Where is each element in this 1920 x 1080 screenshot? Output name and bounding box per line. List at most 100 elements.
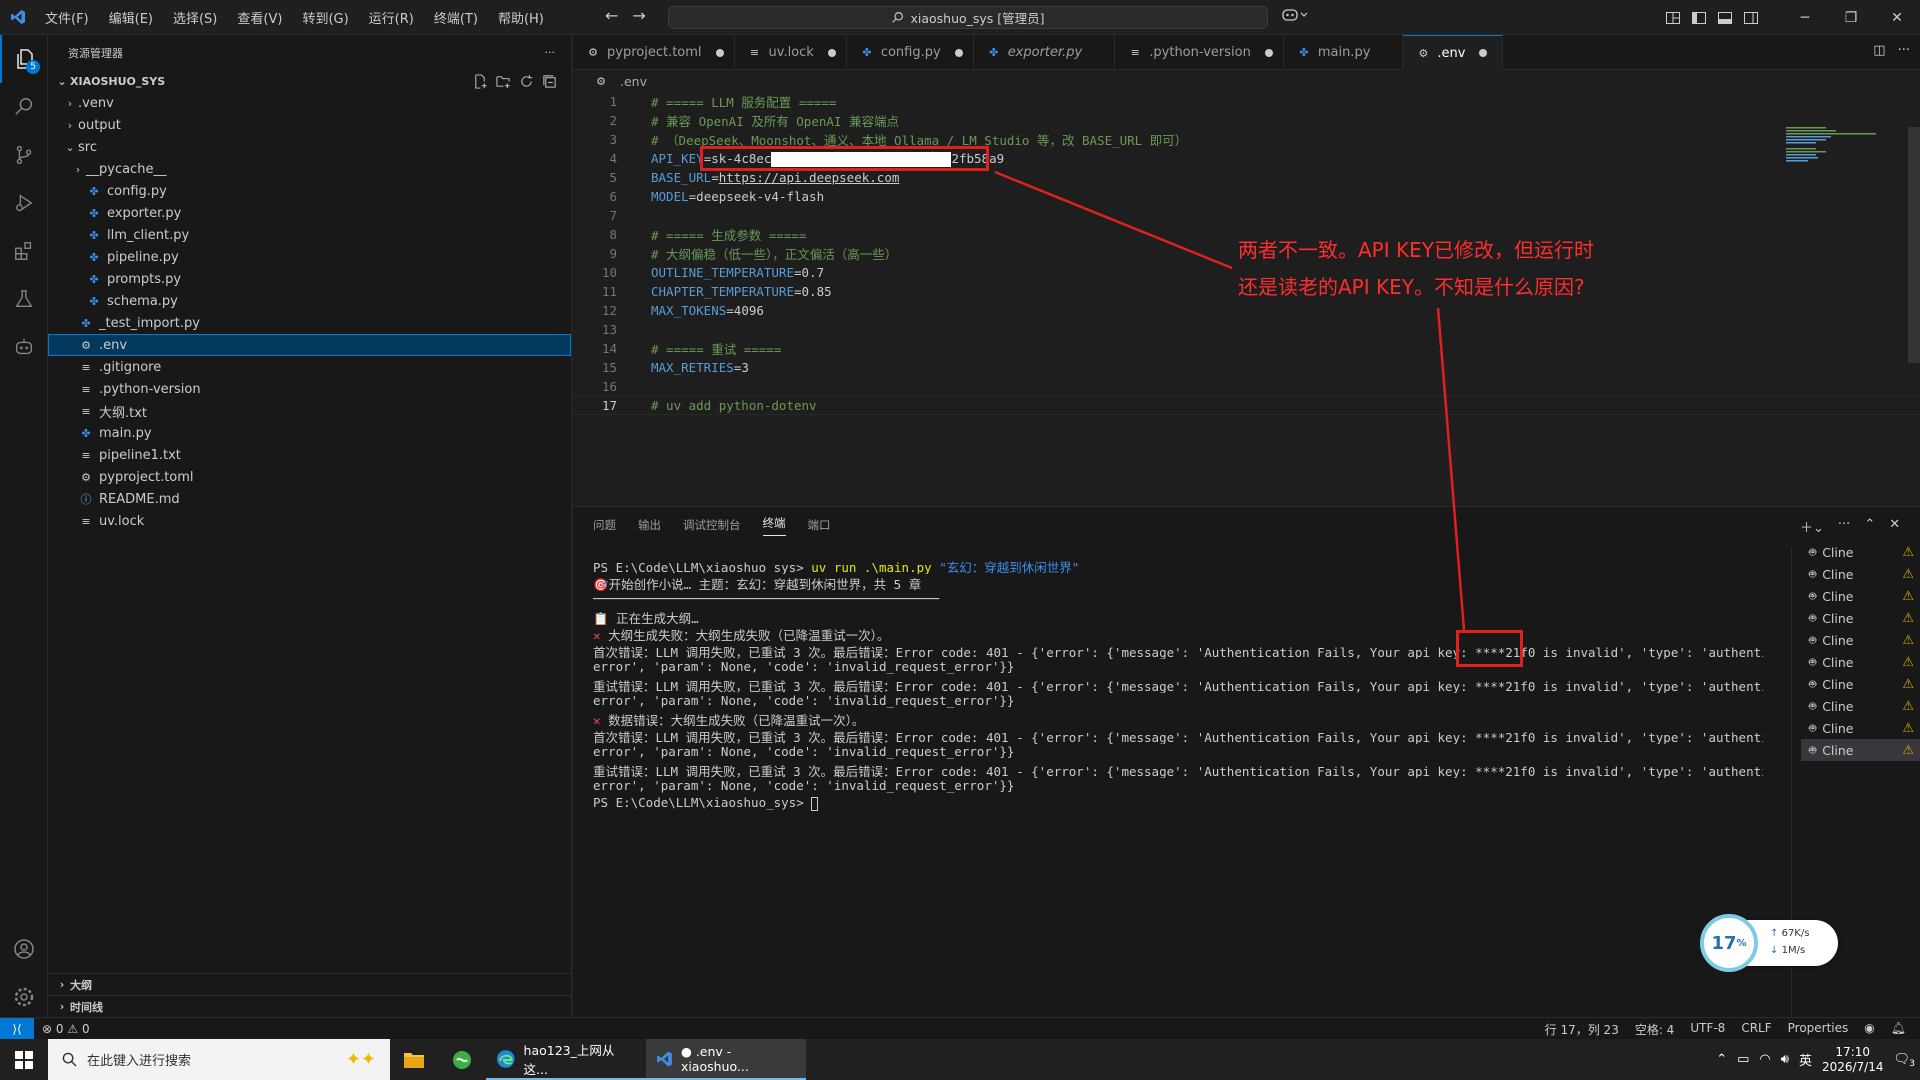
windows-start-icon[interactable] [0, 1039, 48, 1080]
toggle-panel-icon[interactable] [1712, 8, 1738, 28]
editor-tab[interactable]: ✤ config.py [847, 35, 974, 70]
extensions-icon[interactable] [0, 227, 48, 275]
copilot-icon[interactable] [1282, 8, 1308, 26]
tree-item[interactable]: ⓘ README.md [48, 488, 571, 510]
menu-item-4[interactable]: 转到(G) [293, 4, 357, 31]
menu-item-0[interactable]: 文件(F) [36, 4, 98, 31]
terminal-list-item[interactable]: 🤖︎ Cline ⚠ [1801, 673, 1920, 695]
tree-item[interactable]: ✤ schema.py [48, 290, 571, 312]
chevron-up-icon[interactable]: ⌃ [1716, 1052, 1727, 1067]
unsaved-dot-icon[interactable] [715, 48, 724, 57]
terminal-list-item[interactable]: 🤖︎ Cline ⚠ [1801, 651, 1920, 673]
tree-item[interactable]: ≡ .gitignore [48, 356, 571, 378]
collapse-all-icon[interactable] [542, 74, 557, 89]
editor-scrollbar[interactable] [1908, 127, 1920, 363]
tree-item[interactable]: ✤ prompts.py [48, 268, 571, 290]
remote-indicator-icon[interactable]: ⟩⟨ [0, 1017, 34, 1040]
explorer-icon[interactable]: 5 [0, 35, 48, 83]
tree-item[interactable]: ≡ 大纲.txt [48, 400, 571, 422]
back-arrow-icon[interactable]: ← [605, 6, 618, 25]
clock[interactable]: 17:10 2026/7/14 [1822, 1045, 1884, 1075]
taskbar-search-box[interactable]: 在此键入进行搜索 ✦✦ [48, 1039, 390, 1080]
split-editor-icon[interactable]: ◫ [1873, 43, 1885, 58]
tree-item[interactable]: ✤ _test_import.py [48, 312, 571, 334]
tab-debug-console[interactable]: 调试控制台 [683, 517, 741, 533]
editor-tab[interactable]: ⚙ .env [1403, 35, 1504, 70]
ime-indicator[interactable]: 英 [1799, 1050, 1812, 1069]
problems-indicator[interactable]: ⊗ 0 ⚠ 0 [34, 1022, 90, 1036]
more-actions-icon[interactable]: ··· [545, 46, 556, 59]
terminal-list-item[interactable]: 🤖︎ Cline ⚠ [1801, 629, 1920, 651]
base-url-link[interactable]: https://api.deepseek.com [719, 170, 900, 185]
line-ending[interactable]: CRLF [1741, 1021, 1771, 1038]
new-folder-icon[interactable] [496, 74, 511, 89]
unsaved-dot-icon[interactable] [954, 48, 963, 57]
taskbar-app-vscode[interactable]: ● .env - xiaoshuo... [646, 1039, 806, 1080]
tab-problems[interactable]: 问题 [593, 517, 616, 533]
terminal-list-item[interactable]: 🤖︎ Cline ⚠ [1801, 563, 1920, 585]
tab-terminal[interactable]: 终端 [762, 515, 786, 536]
taskbar-app-edge[interactable]: hao123_上网从这... [486, 1039, 646, 1080]
volume-icon[interactable]: 🔊︎ [1781, 1052, 1789, 1067]
terminal-list-item[interactable]: 🤖︎ Cline ⚠ [1801, 607, 1920, 629]
cursor-position[interactable]: 行 17，列 23 [1545, 1021, 1619, 1038]
forward-arrow-icon[interactable]: → [632, 6, 645, 25]
tree-item[interactable]: ⌄ src [48, 136, 571, 158]
settings-gear-icon[interactable] [0, 973, 48, 1021]
editor-tab[interactable]: ✤ exporter.py [974, 35, 1116, 70]
account-icon[interactable] [0, 925, 48, 973]
tree-item[interactable]: ✤ exporter.py [48, 202, 571, 224]
terminal-list-item[interactable]: 🤖︎ Cline ⚠ [1801, 541, 1920, 563]
toggle-sidebar-icon[interactable] [1686, 8, 1712, 28]
tree-item[interactable]: › .venv [48, 92, 571, 114]
tree-item[interactable]: ✤ llm_client.py [48, 224, 571, 246]
green-app-icon[interactable] [438, 1039, 486, 1080]
terminal-list-item[interactable]: 🤖︎ Cline ⚠ [1801, 695, 1920, 717]
unsaved-dot-icon[interactable] [1479, 49, 1488, 57]
timeline-pane-header[interactable]: › 时间线 [48, 995, 571, 1017]
tree-item[interactable]: › output [48, 114, 571, 136]
editor-tab[interactable]: ⚙ pyproject.toml [573, 35, 735, 70]
close-window-button[interactable]: ✕ [1874, 0, 1920, 35]
editor-tab[interactable]: ≡ .python-version [1115, 35, 1284, 70]
unsaved-dot-icon[interactable] [827, 48, 836, 57]
new-file-icon[interactable] [473, 73, 488, 89]
editor-tab[interactable]: ≡ uv.lock [735, 35, 847, 70]
tree-item[interactable]: › __pycache__ [48, 158, 571, 180]
workspace-folder-header[interactable]: ⌄ XIAOSHUO_SYS [48, 70, 571, 92]
cline-robot-icon[interactable] [0, 323, 48, 371]
close-panel-icon[interactable]: ✕ [1889, 517, 1900, 536]
network-speed-widget[interactable]: 17% ↑ 67K/s ↓ 1M/s [1700, 914, 1838, 972]
new-terminal-icon[interactable]: ＋⌄ [1800, 517, 1824, 536]
testing-flask-icon[interactable] [0, 275, 48, 323]
copilot-status-icon[interactable]: ◉ [1864, 1021, 1874, 1038]
toggle-secondary-sidebar-icon[interactable] [1738, 8, 1764, 28]
tree-item[interactable]: ✤ config.py [48, 180, 571, 202]
outline-pane-header[interactable]: › 大纲 [48, 973, 571, 995]
terminal-list-item[interactable]: 🤖︎ Cline ⚠ [1801, 739, 1920, 761]
tab-output[interactable]: 输出 [638, 517, 661, 533]
unsaved-dot-icon[interactable] [1264, 48, 1273, 57]
tab-ports[interactable]: 端口 [808, 517, 831, 533]
tree-item[interactable]: ⚙ .env [48, 334, 571, 356]
tree-item[interactable]: ⚙ pyproject.toml [48, 466, 571, 488]
breadcrumb-file[interactable]: .env [620, 74, 647, 89]
tree-item[interactable]: ✤ pipeline.py [48, 246, 571, 268]
wifi-icon[interactable]: ◠ [1759, 1052, 1770, 1067]
editor-tab[interactable]: ✤ main.py [1284, 35, 1404, 70]
refresh-icon[interactable] [519, 74, 534, 89]
run-debug-icon[interactable] [0, 179, 48, 227]
tree-item[interactable]: ≡ .python-version [48, 378, 571, 400]
tree-item[interactable]: ≡ uv.lock [48, 510, 571, 532]
restore-button[interactable]: ❐ [1828, 0, 1874, 35]
minimap[interactable] [1786, 127, 1906, 187]
encoding[interactable]: UTF-8 [1690, 1021, 1725, 1038]
notification-center-icon[interactable]: 🗨︎ 3 [1893, 1052, 1915, 1069]
maximize-panel-icon[interactable]: ⌃ [1864, 517, 1875, 536]
menu-item-5[interactable]: 运行(R) [360, 4, 423, 31]
source-control-icon[interactable] [0, 131, 48, 179]
language-mode[interactable]: Properties [1788, 1021, 1849, 1038]
editor-more-icon[interactable]: ··· [1898, 43, 1910, 58]
terminal-output[interactable]: PS E:\Code\LLM\xiaoshuo_sys> uv run .\ma… [593, 557, 1763, 812]
battery-icon[interactable]: ▭ [1737, 1052, 1749, 1067]
